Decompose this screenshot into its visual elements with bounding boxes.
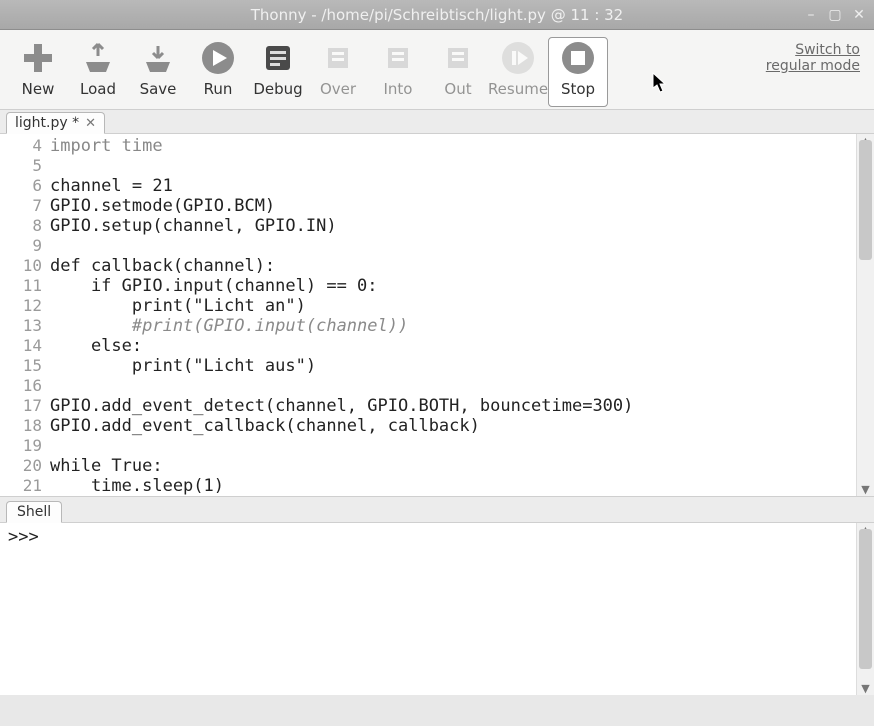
editor-scrollbar[interactable]: ▲ ▼ [856,134,874,496]
step-into-icon [380,40,416,76]
stop-label: Stop [561,80,595,98]
scroll-down-icon[interactable]: ▼ [860,681,871,695]
shell: >>> ▲ ▼ [0,523,874,695]
play-icon [200,40,236,76]
code-area[interactable]: import time channel = 21 GPIO.setmode(GP… [50,134,856,496]
line-number: 19 [0,436,42,456]
resume-icon [500,40,536,76]
into-label: Into [384,80,413,98]
load-label: Load [80,80,116,98]
code-line: def callback(channel): [50,256,275,276]
scroll-thumb[interactable] [859,529,872,669]
out-button: Out [428,37,488,107]
save-label: Save [140,80,177,98]
new-label: New [22,80,55,98]
shell-area[interactable]: >>> [0,523,856,695]
code-line: print("Licht aus") [50,356,316,376]
toolbar: New Load Save Run Debug [0,30,874,110]
code-line: GPIO.setup(channel, GPIO.IN) [50,216,337,236]
code-line: if GPIO.input(channel) == 0: [50,276,378,296]
into-button: Into [368,37,428,107]
line-number: 13 [0,316,42,336]
code-line: print("Licht an") [50,296,306,316]
window-controls: – ▢ ✕ [802,6,868,24]
scroll-thumb[interactable] [859,140,872,260]
line-number: 8 [0,216,42,236]
maximize-button[interactable]: ▢ [826,6,844,24]
editor-tabs: light.py * ✕ [0,110,874,134]
line-number: 15 [0,356,42,376]
line-number: 10 [0,256,42,276]
over-button: Over [308,37,368,107]
cursor-icon [652,72,668,94]
stop-button[interactable]: Stop [548,37,608,107]
stop-icon [560,40,596,76]
shell-scrollbar[interactable]: ▲ ▼ [856,523,874,695]
out-label: Out [444,80,471,98]
code-line: time.sleep(1) [50,476,224,496]
code-line: GPIO.setmode(GPIO.BCM) [50,196,275,216]
save-icon [140,40,176,76]
tab-label: light.py * [15,115,79,131]
run-label: Run [204,80,233,98]
minimize-button[interactable]: – [802,6,820,24]
line-gutter: 4 5 6 7 8 9 10 11 12 13 14 15 16 17 18 1… [0,134,50,496]
close-icon[interactable]: ✕ [85,116,96,131]
line-number: 6 [0,176,42,196]
resume-label: Resume [488,80,548,98]
plus-icon [20,40,56,76]
line-number: 17 [0,396,42,416]
shell-tabs: Shell [0,497,874,523]
code-line: import time [50,136,163,156]
over-label: Over [320,80,356,98]
line-number: 16 [0,376,42,396]
scroll-down-icon[interactable]: ▼ [860,482,871,496]
debug-label: Debug [253,80,302,98]
debug-icon [260,40,296,76]
line-number: 11 [0,276,42,296]
line-number: 5 [0,156,42,176]
line-number: 18 [0,416,42,436]
load-button[interactable]: Load [68,37,128,107]
step-out-icon [440,40,476,76]
code-line: channel = 21 [50,176,173,196]
line-number: 4 [0,136,42,156]
save-button[interactable]: Save [128,37,188,107]
code-line: GPIO.add_event_callback(channel, callbac… [50,416,480,436]
load-icon [80,40,116,76]
tab-shell[interactable]: Shell [6,501,62,523]
line-number: 20 [0,456,42,476]
line-number: 12 [0,296,42,316]
titlebar: Thonny - /home/pi/Schreibtisch/light.py … [0,0,874,30]
tab-light-py[interactable]: light.py * ✕ [6,112,105,134]
code-line: else: [50,336,142,356]
resume-button: Resume [488,37,548,107]
line-number: 7 [0,196,42,216]
code-line: #print(GPIO.input(channel)) [50,316,408,336]
switch-to-link[interactable]: Switch to [766,42,860,58]
editor: 4 5 6 7 8 9 10 11 12 13 14 15 16 17 18 1… [0,134,874,497]
debug-button[interactable]: Debug [248,37,308,107]
line-number: 14 [0,336,42,356]
step-over-icon [320,40,356,76]
code-line: GPIO.add_event_detect(channel, GPIO.BOTH… [50,396,633,416]
new-button[interactable]: New [8,37,68,107]
run-button[interactable]: Run [188,37,248,107]
close-window-button[interactable]: ✕ [850,6,868,24]
shell-prompt: >>> [8,527,39,547]
code-line: while True: [50,456,163,476]
line-number: 21 [0,476,42,496]
line-number: 9 [0,236,42,256]
window-title: Thonny - /home/pi/Schreibtisch/light.py … [251,6,623,24]
mode-links: Switch to regular mode [766,42,860,74]
regular-mode-link[interactable]: regular mode [766,58,860,74]
